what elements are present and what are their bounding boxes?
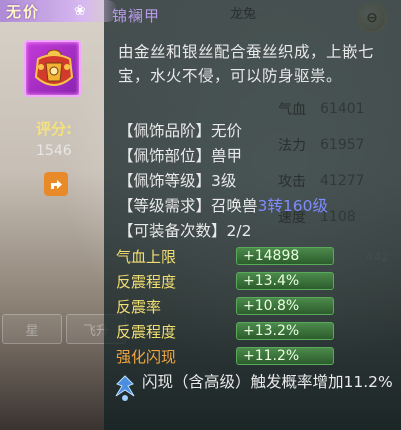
flash-effect-icon	[115, 375, 135, 401]
stat-row: 反震程度 +13.2%	[112, 321, 334, 343]
wing-ornament-icon: ❀	[74, 3, 86, 19]
stat-row: 反震率 +10.8%	[112, 296, 334, 318]
stat-value: +13.4%	[236, 272, 334, 290]
stat-value: +13.2%	[236, 322, 334, 340]
stat-name: 强化闪现	[116, 348, 177, 366]
requirement-value: 3转160级	[257, 197, 328, 215]
item-icon	[24, 40, 81, 97]
score-value: 1546	[36, 143, 72, 159]
stat-row: 强化闪现 +11.2%	[112, 346, 334, 368]
info-level: 【佩饰等级】3级	[118, 172, 237, 190]
stat-name: 反震程度	[116, 323, 177, 341]
bg-tab-star[interactable]: 星	[2, 314, 62, 344]
info-slot: 【佩饰部位】兽甲	[118, 147, 243, 165]
stat-row: 气血上限 +14898	[112, 246, 334, 268]
stat-name: 反震程度	[116, 273, 177, 291]
item-description: 由金丝和银丝配合蚕丝织成，上嵌七宝，水火不侵，可以防身驱祟。	[118, 43, 375, 85]
score-label: 评分:	[36, 120, 72, 138]
info-requirement: 【等级需求】召唤兽3转160级	[118, 194, 328, 216]
share-icon	[51, 180, 62, 189]
item-name: 锦襕甲	[112, 7, 161, 25]
stat-name: 反震率	[116, 298, 162, 316]
stat-value: +10.8%	[236, 297, 334, 315]
stat-row: 反震程度 +13.4%	[112, 271, 334, 293]
stat-value: +14898	[236, 247, 334, 265]
share-button[interactable]	[44, 172, 68, 196]
stat-name: 气血上限	[116, 248, 177, 266]
requirement-label: 【等级需求】召唤兽	[118, 197, 258, 215]
armor-icon	[34, 49, 74, 86]
rarity-label: 无价	[6, 3, 41, 21]
info-equip-count: 【可装备次数】2/2	[118, 222, 252, 240]
stat-value: +11.2%	[236, 347, 334, 365]
effect-description: 闪现（含高级）触发概率增加11.2%	[142, 373, 393, 391]
info-grade: 【佩饰品阶】无价	[118, 122, 243, 140]
